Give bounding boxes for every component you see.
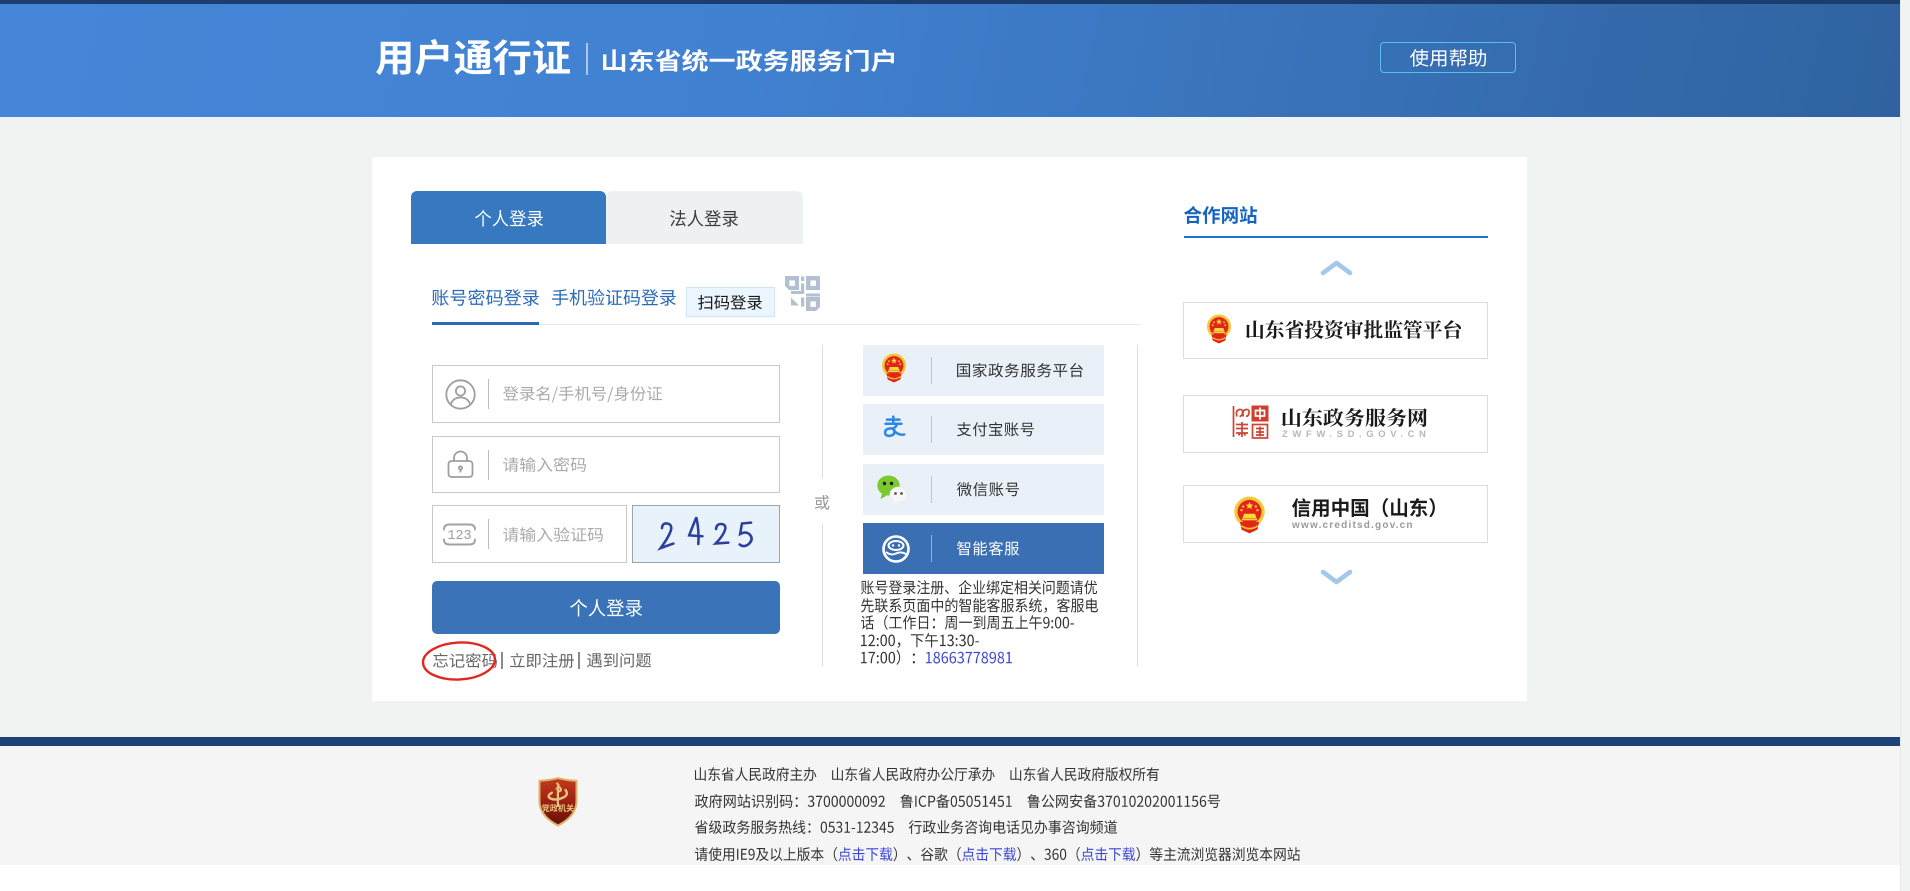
svg-text:123: 123 — [447, 529, 471, 544]
